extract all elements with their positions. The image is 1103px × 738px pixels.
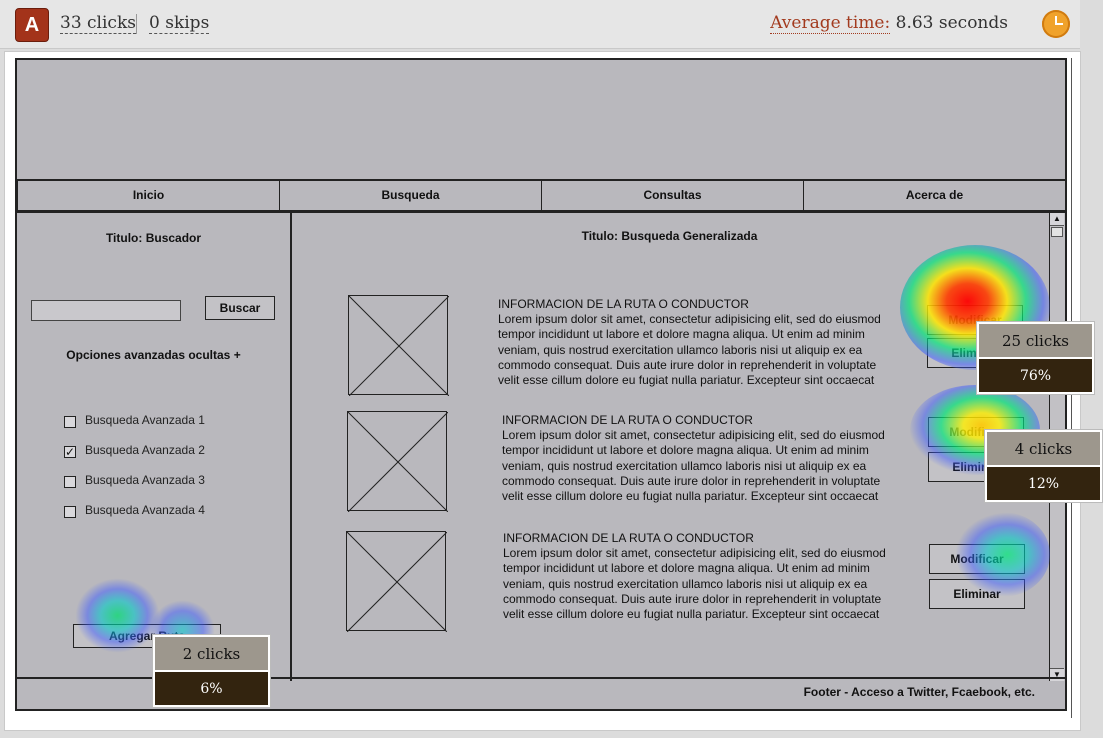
checkbox-icon[interactable] bbox=[64, 416, 76, 428]
average-time: Average time: 8.63 seconds bbox=[770, 13, 1008, 34]
modify-button[interactable]: Modificar bbox=[929, 544, 1025, 574]
checkbox-icon[interactable]: ✓ bbox=[64, 446, 76, 458]
average-time-label[interactable]: Average time: bbox=[770, 13, 891, 34]
clicks-count-label: 33 clicks bbox=[60, 13, 136, 34]
nav-item-busqueda[interactable]: Busqueda bbox=[279, 179, 542, 211]
average-time-value: 8.63 seconds bbox=[895, 13, 1008, 33]
nav-item-inicio[interactable]: Inicio bbox=[17, 179, 280, 211]
delete-button[interactable]: Eliminar bbox=[929, 579, 1025, 609]
tooltip-percent: 12% bbox=[987, 465, 1100, 500]
placeholder-image-icon bbox=[347, 411, 448, 512]
tooltip-clicks: 4 clicks bbox=[987, 432, 1100, 465]
mockup-nav: Inicio Busqueda Consultas Acerca de bbox=[17, 179, 1066, 213]
footer-text: Footer - Acceso a Twitter, Fcaebook, etc… bbox=[803, 685, 1035, 699]
mockup-header-area bbox=[17, 60, 1065, 181]
divider bbox=[136, 14, 137, 34]
nav-item-consultas[interactable]: Consultas bbox=[541, 179, 804, 211]
scrollbar-thumb[interactable] bbox=[1051, 227, 1063, 237]
tooltip-percent: 76% bbox=[979, 357, 1092, 392]
item-title: INFORMACION DE LA RUTA O CONDUCTOR bbox=[502, 413, 753, 427]
clock-icon[interactable] bbox=[1042, 10, 1070, 38]
click-tooltip: 4 clicks 12% bbox=[985, 430, 1102, 502]
item-description: Lorem ipsum dolor sit amet, consectetur … bbox=[503, 546, 886, 622]
wireframe-mockup: Inicio Busqueda Consultas Acerca de Titu… bbox=[15, 58, 1067, 711]
sidebar: Titulo: Buscador Buscar Opciones avanzad… bbox=[17, 213, 292, 681]
tooltip-percent: 6% bbox=[155, 670, 268, 705]
clicks-count[interactable]: 33 clicks bbox=[60, 13, 136, 34]
item-description: Lorem ipsum dolor sit amet, consectetur … bbox=[502, 428, 885, 504]
advanced-option-label: Busqueda Avanzada 1 bbox=[85, 413, 205, 427]
search-button[interactable]: Buscar bbox=[205, 296, 275, 320]
sidebar-title: Titulo: Buscador bbox=[105, 231, 202, 245]
main-content: Titulo: Busqueda Generalizada INFORMACIO… bbox=[292, 213, 1065, 681]
skips-count[interactable]: 0 skips bbox=[149, 13, 210, 34]
search-input[interactable] bbox=[31, 300, 181, 321]
advanced-option-label: Busqueda Avanzada 3 bbox=[85, 473, 205, 487]
item-title: INFORMACION DE LA RUTA O CONDUCTOR bbox=[498, 297, 749, 311]
checkbox-icon[interactable] bbox=[64, 506, 76, 518]
item-title: INFORMACION DE LA RUTA O CONDUCTOR bbox=[503, 531, 754, 545]
tooltip-clicks: 25 clicks bbox=[979, 324, 1092, 357]
click-tooltip: 25 clicks 76% bbox=[977, 322, 1094, 394]
advanced-option-label: Busqueda Avanzada 4 bbox=[85, 503, 205, 517]
scroll-up-icon[interactable]: ▲ bbox=[1050, 213, 1064, 226]
stats-bar: A 33 clicks 0 skips Average time: 8.63 s… bbox=[0, 0, 1080, 49]
advanced-option-label: Busqueda Avanzada 2 bbox=[85, 443, 205, 457]
nav-item-acerca[interactable]: Acerca de bbox=[803, 179, 1066, 211]
item-description: Lorem ipsum dolor sit amet, consectetur … bbox=[498, 312, 881, 388]
main-title: Titulo: Busqueda Generalizada bbox=[581, 229, 758, 243]
click-tooltip: 2 clicks 6% bbox=[153, 635, 270, 707]
checkbox-icon[interactable] bbox=[64, 476, 76, 488]
advanced-options-toggle[interactable]: Opciones avanzadas ocultas + bbox=[17, 348, 290, 362]
skips-count-label: 0 skips bbox=[149, 13, 210, 34]
placeholder-image-icon bbox=[346, 531, 447, 632]
placeholder-image-icon bbox=[348, 295, 449, 396]
app-logo[interactable]: A bbox=[15, 8, 49, 42]
tooltip-clicks: 2 clicks bbox=[155, 637, 268, 670]
